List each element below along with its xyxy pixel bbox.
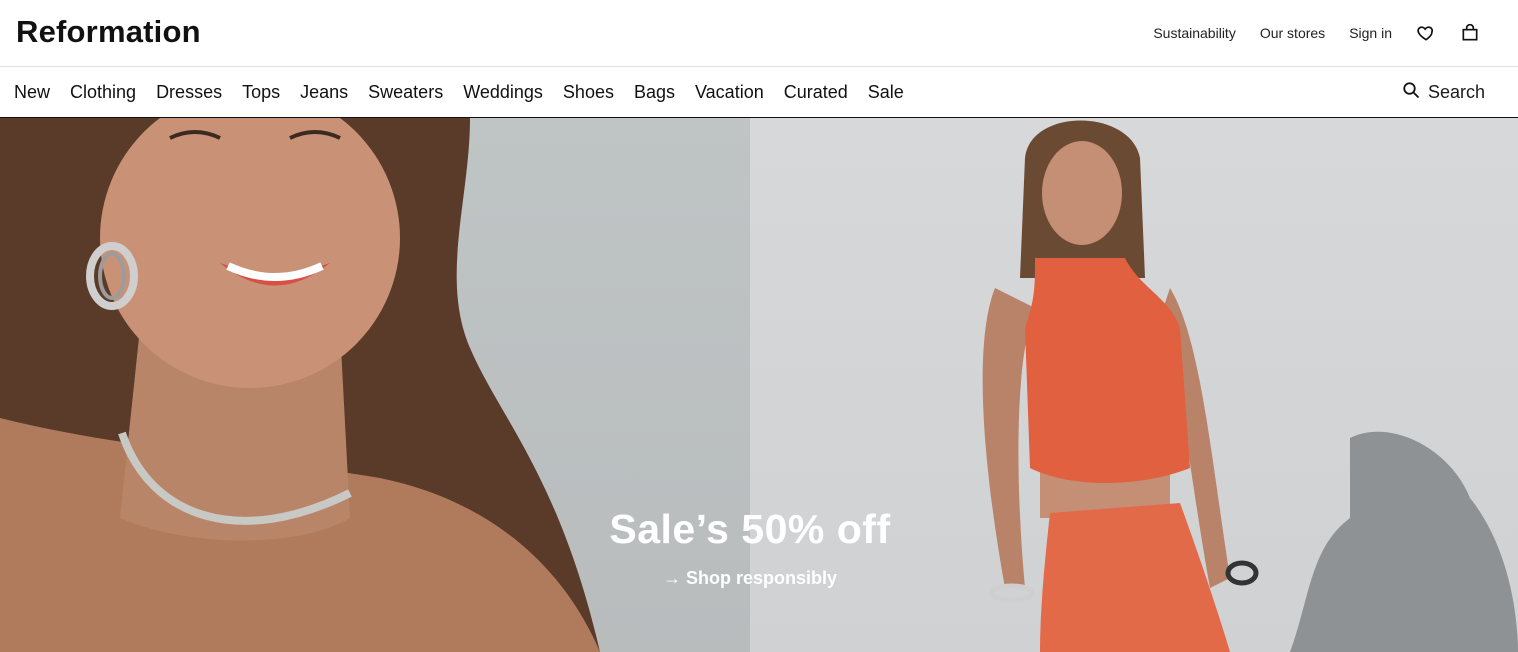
hero-headline: Sale’s 50% off [609,506,891,552]
nav-item-shoes[interactable]: Shoes [563,82,614,103]
nav-item-weddings[interactable]: Weddings [463,82,543,103]
main-nav: New Clothing Dresses Tops Jeans Sweaters… [0,67,1518,118]
search-icon [1402,81,1420,104]
nav-item-curated[interactable]: Curated [784,82,848,103]
shop-responsibly-link[interactable]: → Shop responsibly [0,568,1500,589]
nav-list: New Clothing Dresses Tops Jeans Sweaters… [14,67,904,117]
nav-item-jeans[interactable]: Jeans [300,82,348,103]
sign-in-link[interactable]: Sign in [1349,25,1392,41]
brand-logo[interactable]: Reformation [16,14,201,50]
utility-nav: Sustainability Our stores Sign in [1153,0,1480,66]
nav-item-dresses[interactable]: Dresses [156,82,222,103]
hero-banner[interactable]: Sale’s 50% off → Shop responsibly [0,118,1518,652]
nav-item-tops[interactable]: Tops [242,82,280,103]
nav-item-clothing[interactable]: Clothing [70,82,136,103]
heart-icon[interactable] [1416,23,1436,43]
bag-icon[interactable] [1460,23,1480,43]
search-label: Search [1427,81,1485,102]
sustainability-link[interactable]: Sustainability [1153,25,1236,41]
nav-item-sweaters[interactable]: Sweaters [368,82,443,103]
search-button[interactable]: Search [1402,67,1485,117]
top-bar: Reformation Sustainability Our stores Si… [0,0,1518,67]
nav-item-new[interactable]: New [14,82,50,103]
our-stores-link[interactable]: Our stores [1260,25,1325,41]
nav-item-bags[interactable]: Bags [634,82,675,103]
nav-item-vacation[interactable]: Vacation [695,82,764,103]
nav-item-sale[interactable]: Sale [868,82,904,103]
